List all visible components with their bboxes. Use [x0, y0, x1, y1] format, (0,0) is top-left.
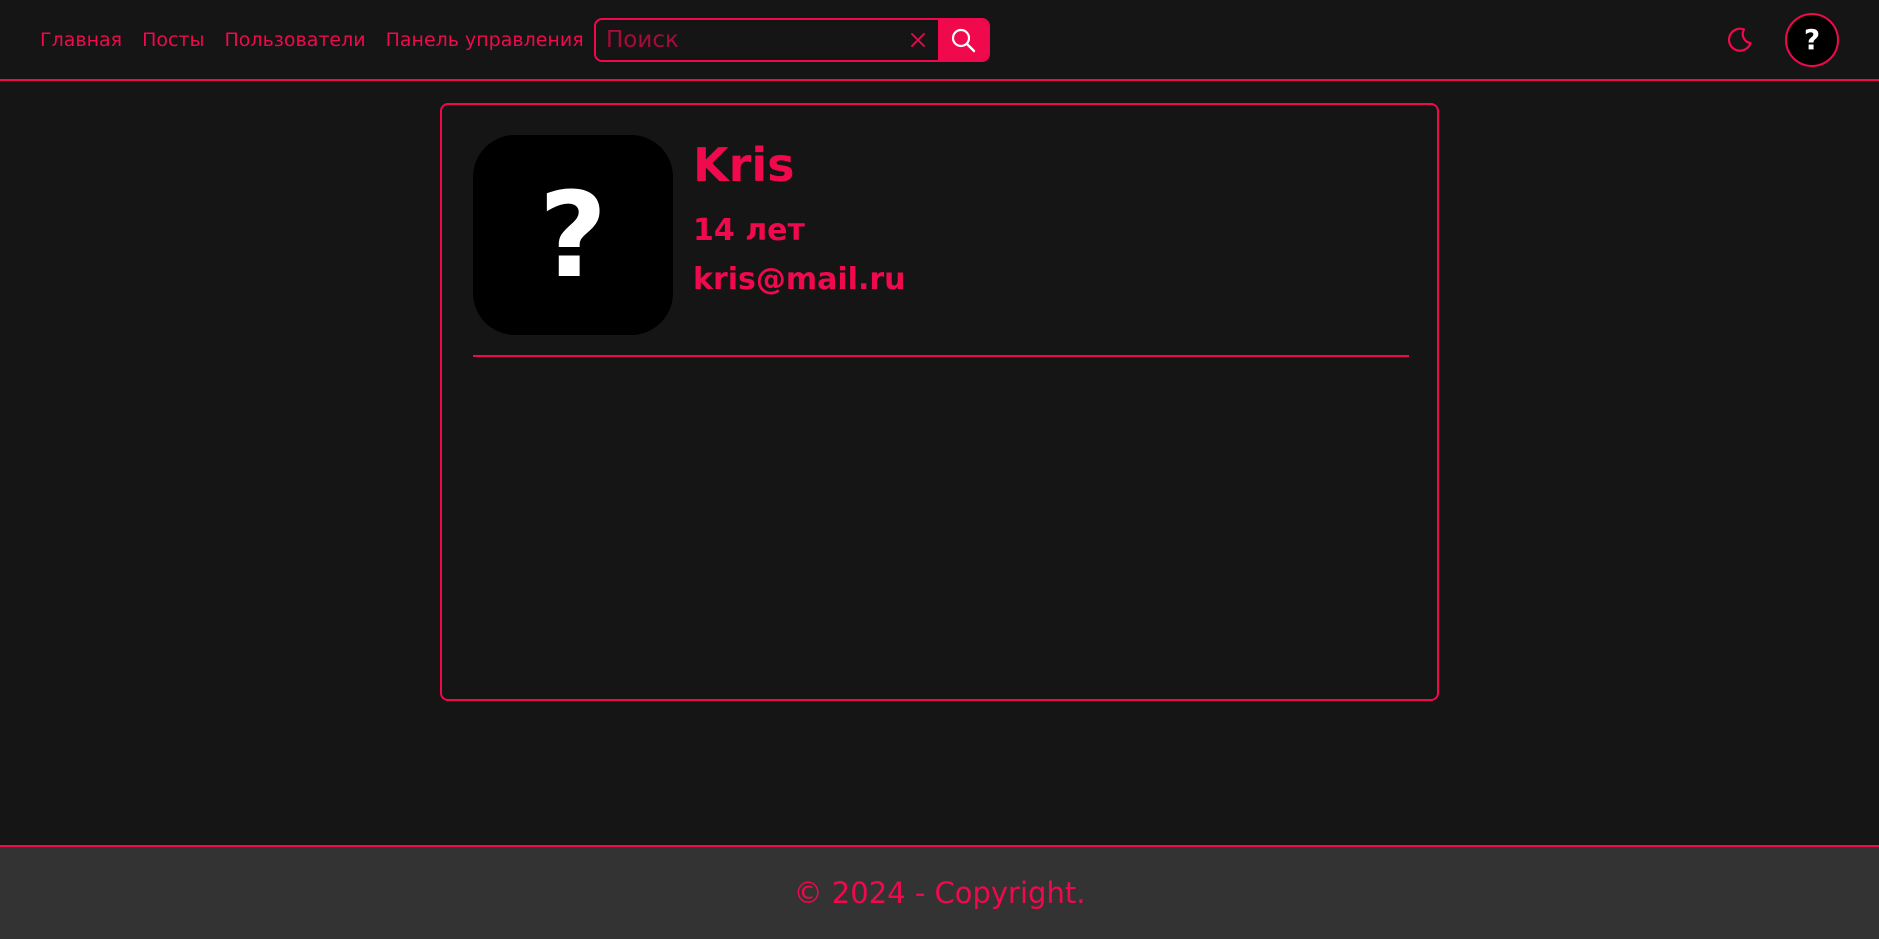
- profile-card: ? Kris 14 лет kris@mail.ru: [440, 103, 1439, 701]
- nav-link-posts[interactable]: Посты: [142, 27, 204, 53]
- nav-link-dashboard[interactable]: Панель управления: [386, 27, 584, 53]
- nav-link-home[interactable]: Главная: [40, 27, 122, 53]
- profile-divider: [473, 355, 1409, 357]
- avatar-placeholder-symbol: ?: [1803, 23, 1821, 56]
- site-footer: © 2024 - Copyright.: [0, 845, 1879, 939]
- search-bar: [594, 18, 990, 62]
- site-header: Главная Посты Пользователи Панель управл…: [0, 0, 1879, 81]
- search-input[interactable]: [596, 20, 898, 60]
- main-nav: Главная Посты Пользователи Панель управл…: [40, 27, 584, 53]
- theme-toggle-button[interactable]: [1724, 24, 1756, 56]
- nav-link-users[interactable]: Пользователи: [225, 27, 366, 53]
- clear-search-button[interactable]: [898, 20, 938, 60]
- copyright-text: © 2024 - Copyright.: [793, 876, 1086, 910]
- profile-avatar-symbol: ?: [538, 166, 608, 304]
- profile-email: kris@mail.ru: [693, 262, 906, 297]
- moon-icon: [1727, 27, 1752, 52]
- profile-avatar: ?: [473, 135, 673, 335]
- user-avatar-button[interactable]: ?: [1785, 13, 1839, 67]
- profile-age: 14 лет: [693, 213, 805, 248]
- search-icon: [951, 28, 976, 53]
- search-button[interactable]: [938, 20, 988, 60]
- profile-name: Kris: [693, 138, 795, 192]
- close-icon: [911, 33, 925, 47]
